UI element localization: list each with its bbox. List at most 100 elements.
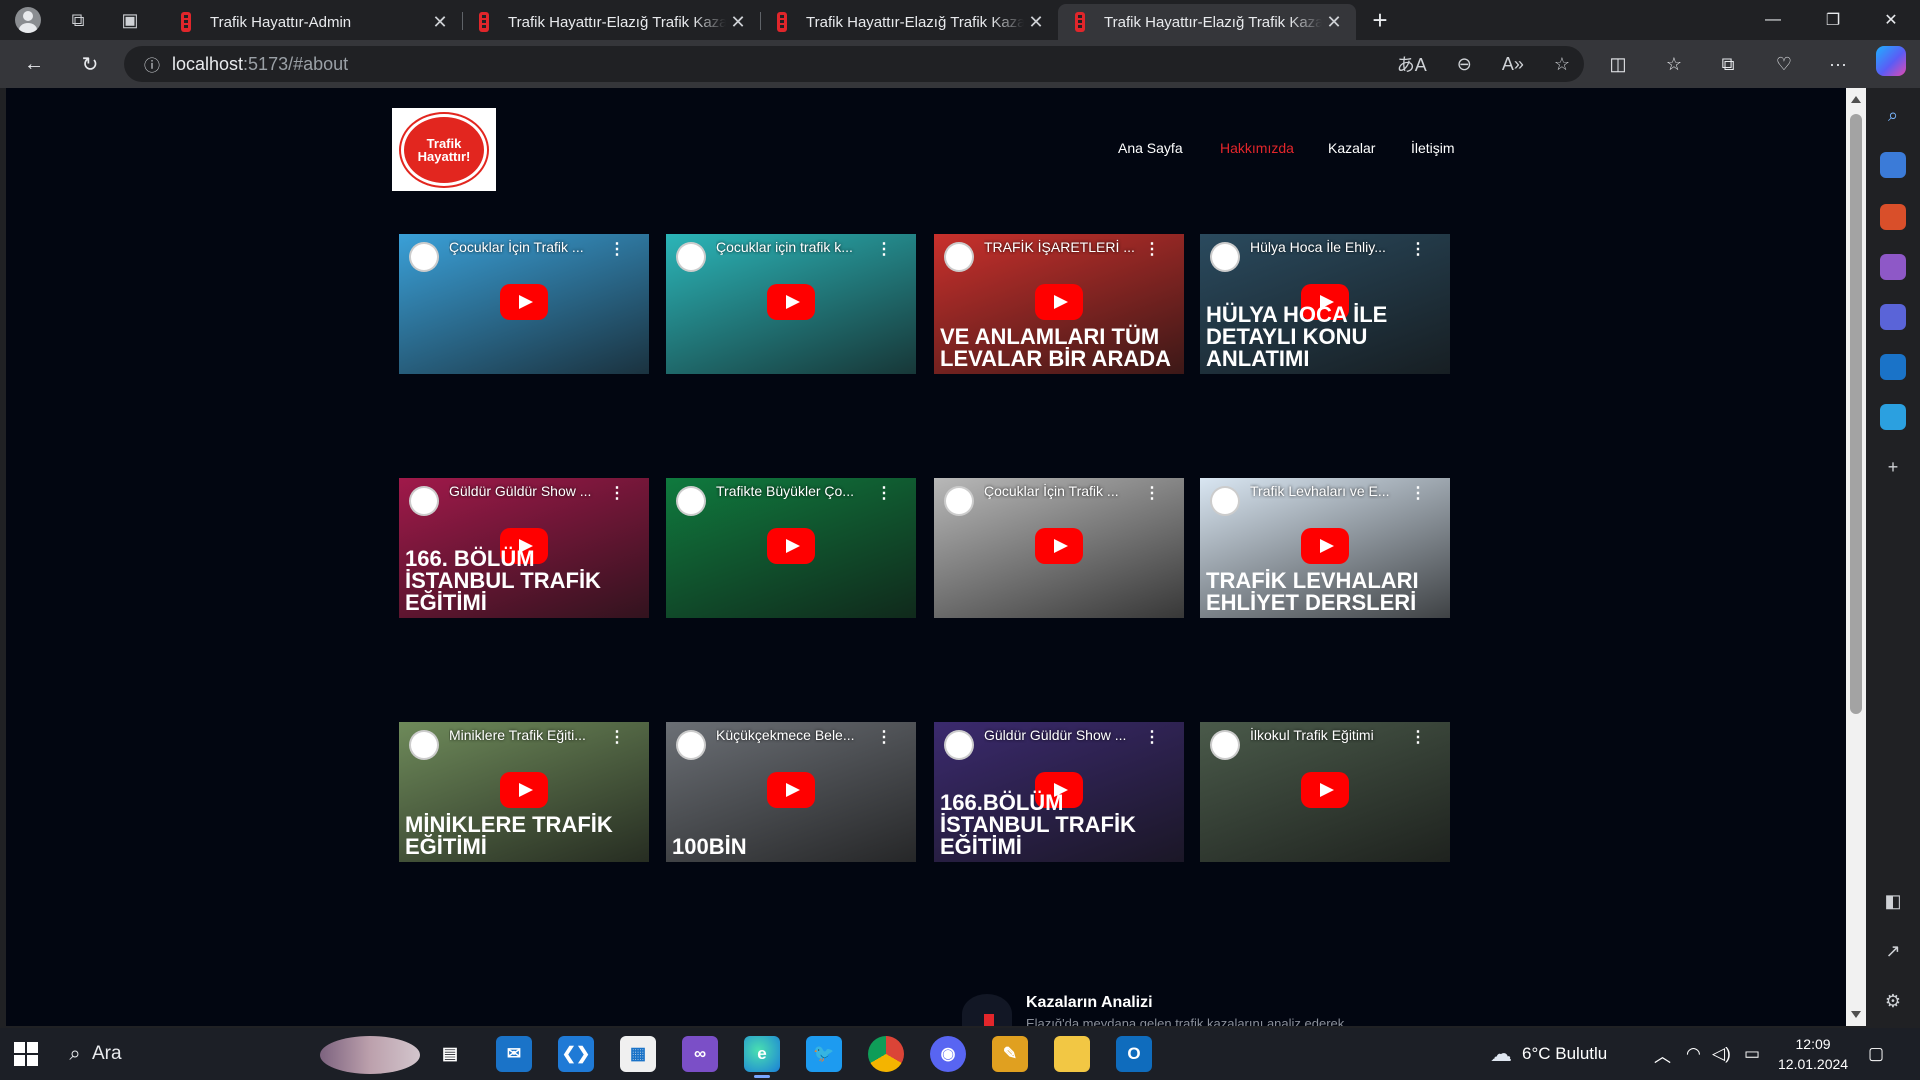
games-icon[interactable] xyxy=(1880,254,1906,280)
play-button-icon[interactable] xyxy=(1035,284,1083,320)
file-explorer-app-icon[interactable] xyxy=(1054,1036,1090,1072)
search-icon[interactable]: ⌕ xyxy=(1880,102,1906,128)
video-title[interactable]: Trafikte Büyükler Ço... xyxy=(716,483,876,499)
video-title[interactable]: Çocuklar için trafik k... xyxy=(716,239,876,255)
video-embed[interactable]: Küçükçekmece Bele... ⋮ 100BİN xyxy=(666,722,916,862)
close-tab-icon[interactable]: ✕ xyxy=(428,12,452,33)
copilot-sidebar-icon[interactable] xyxy=(1880,304,1906,330)
more-options-icon[interactable]: ⋮ xyxy=(876,727,892,747)
play-button-icon[interactable] xyxy=(1035,528,1083,564)
read-aloud-icon[interactable]: A» xyxy=(1502,54,1524,75)
mail-app-icon[interactable]: ✉ xyxy=(496,1036,532,1072)
sticky-tool-app-icon[interactable]: ✎ xyxy=(992,1036,1028,1072)
hide-sidebar-icon[interactable]: ◧ xyxy=(1880,888,1906,914)
video-title[interactable]: Çocuklar İçin Trafik ... xyxy=(984,483,1144,499)
scroll-thumb[interactable] xyxy=(1850,114,1862,714)
collections-icon[interactable]: ⧉ xyxy=(1710,46,1746,82)
video-title[interactable]: Güldür Güldür Show ... xyxy=(449,483,609,499)
channel-avatar[interactable] xyxy=(944,486,974,516)
page-scrollbar[interactable] xyxy=(1846,88,1866,1026)
video-embed[interactable]: Trafik Levhaları ve E... ⋮ TRAFİK LEVHALAR… xyxy=(1200,478,1450,618)
more-options-icon[interactable]: ⋮ xyxy=(609,727,625,747)
more-options-icon[interactable]: ⋮ xyxy=(1410,483,1426,503)
browser-essentials-icon[interactable]: ♡ xyxy=(1766,46,1802,82)
wifi-icon[interactable]: ◠ xyxy=(1686,1028,1701,1080)
more-options-icon[interactable]: ⋮ xyxy=(1144,483,1160,503)
video-embed[interactable]: Miniklere Trafik Eğiti... ⋮ MİNİKLERE TRAF… xyxy=(399,722,649,862)
channel-avatar[interactable] xyxy=(1210,486,1240,516)
site-logo[interactable]: Trafik Hayattır! xyxy=(392,108,496,191)
video-title[interactable]: Hülya Hoca İle Ehliy... xyxy=(1250,239,1410,255)
url-field[interactable]: ⓘ localhost:5173/#about あA ⊖ A» ☆ xyxy=(124,46,1584,82)
tray-overflow-icon[interactable]: ︿ xyxy=(1654,1028,1671,1080)
play-button-icon[interactable] xyxy=(500,284,548,320)
video-title[interactable]: Trafik Levhaları ve E... xyxy=(1250,483,1410,499)
minimize-button[interactable]: — xyxy=(1744,0,1802,40)
close-tab-icon[interactable]: ✕ xyxy=(726,12,750,33)
outlook-icon[interactable] xyxy=(1880,354,1906,380)
drop-icon[interactable] xyxy=(1880,404,1906,430)
more-options-icon[interactable]: ⋮ xyxy=(1410,727,1426,747)
scroll-up-icon[interactable] xyxy=(1851,96,1861,103)
tools-icon[interactable] xyxy=(1880,204,1906,230)
nav-about[interactable]: Hakkımızda xyxy=(1220,140,1294,156)
tab-admin[interactable]: Trafik Hayattır-Admin ✕ xyxy=(164,4,462,40)
video-title[interactable]: Güldür Güldür Show ... xyxy=(984,727,1144,743)
tab-actions-icon[interactable]: ▣ xyxy=(110,0,150,40)
favorite-star-icon[interactable]: ☆ xyxy=(1554,54,1570,75)
more-options-icon[interactable]: ⋮ xyxy=(876,483,892,503)
new-tab-button[interactable]: + xyxy=(1364,4,1396,36)
translate-icon[interactable]: あA xyxy=(1397,51,1427,77)
channel-avatar[interactable] xyxy=(409,242,439,272)
more-options-icon[interactable]: ⋮ xyxy=(609,483,625,503)
task-view-icon[interactable]: ▤ xyxy=(432,1036,468,1072)
more-options-icon[interactable]: ⋮ xyxy=(1144,239,1160,259)
video-embed[interactable]: Güldür Güldür Show ... ⋮ 166.BÖLÜM İSTANBU… xyxy=(934,722,1184,862)
tab-elazig-1[interactable]: Trafik Hayattır-Elazığ Trafik Kazası ✕ xyxy=(462,4,760,40)
play-button-icon[interactable] xyxy=(1301,772,1349,808)
workspaces-icon[interactable]: ⧉ xyxy=(58,0,98,40)
favorites-icon[interactable]: ☆ xyxy=(1656,46,1692,82)
video-embed[interactable]: Hülya Hoca İle Ehliy... ⋮ HÜLYA HOCA İLE D… xyxy=(1200,234,1450,374)
video-embed[interactable]: TRAFİK İŞARETLERİ ... ⋮ VE ANLAMLARI TÜM L… xyxy=(934,234,1184,374)
site-info-icon[interactable]: ⓘ xyxy=(132,52,172,76)
weather-widget[interactable]: ☁ 6°C Bulutlu xyxy=(1490,1028,1607,1080)
discord-app-icon[interactable]: ◉ xyxy=(930,1036,966,1072)
channel-avatar[interactable] xyxy=(944,242,974,272)
start-button[interactable] xyxy=(14,1042,38,1066)
video-title[interactable]: Çocuklar İçin Trafik ... xyxy=(449,239,609,255)
video-embed[interactable]: Güldür Güldür Show ... ⋮ 166. BÖLÜM İSTANB… xyxy=(399,478,649,618)
close-tab-icon[interactable]: ✕ xyxy=(1322,12,1346,33)
video-title[interactable]: Küçükçekmece Bele... xyxy=(716,727,876,743)
play-button-icon[interactable] xyxy=(767,772,815,808)
more-menu-icon[interactable]: ··· xyxy=(1820,46,1856,82)
video-embed[interactable]: Trafikte Büyükler Ço... ⋮ xyxy=(666,478,916,618)
add-sidebar-app-icon[interactable]: + xyxy=(1880,454,1906,480)
close-tab-icon[interactable]: ✕ xyxy=(1024,12,1048,33)
chrome-app-icon[interactable] xyxy=(868,1036,904,1072)
channel-avatar[interactable] xyxy=(409,486,439,516)
play-button-icon[interactable] xyxy=(1301,528,1349,564)
restore-button[interactable]: ❐ xyxy=(1804,0,1862,40)
shopping-icon[interactable] xyxy=(1880,152,1906,178)
volume-icon[interactable]: ◁) xyxy=(1712,1028,1731,1080)
more-options-icon[interactable]: ⋮ xyxy=(1410,239,1426,259)
copilot-icon[interactable] xyxy=(1876,46,1906,76)
video-title[interactable]: İlkokul Trafik Eğitimi xyxy=(1250,727,1410,743)
nav-contact[interactable]: İletişim xyxy=(1411,140,1455,156)
play-button-icon[interactable] xyxy=(767,528,815,564)
split-screen-icon[interactable]: ◫ xyxy=(1600,46,1636,82)
more-options-icon[interactable]: ⋮ xyxy=(609,239,625,259)
visual-studio-app-icon[interactable]: ∞ xyxy=(682,1036,718,1072)
video-embed[interactable]: Çocuklar İçin Trafik ... ⋮ xyxy=(399,234,649,374)
tab-elazig-3-active[interactable]: Trafik Hayattır-Elazığ Trafik Kazası ✕ xyxy=(1058,4,1356,40)
notifications-icon[interactable]: ▢ xyxy=(1868,1028,1884,1080)
profile-button[interactable] xyxy=(8,0,48,40)
channel-avatar[interactable] xyxy=(1210,242,1240,272)
channel-avatar[interactable] xyxy=(676,486,706,516)
video-embed[interactable]: Çocuklar İçin Trafik ... ⋮ xyxy=(934,478,1184,618)
nav-accidents[interactable]: Kazalar xyxy=(1328,140,1375,156)
edge-app-icon[interactable]: e xyxy=(744,1036,780,1078)
more-options-icon[interactable]: ⋮ xyxy=(876,239,892,259)
sidebar-settings-icon[interactable]: ⚙ xyxy=(1880,988,1906,1014)
